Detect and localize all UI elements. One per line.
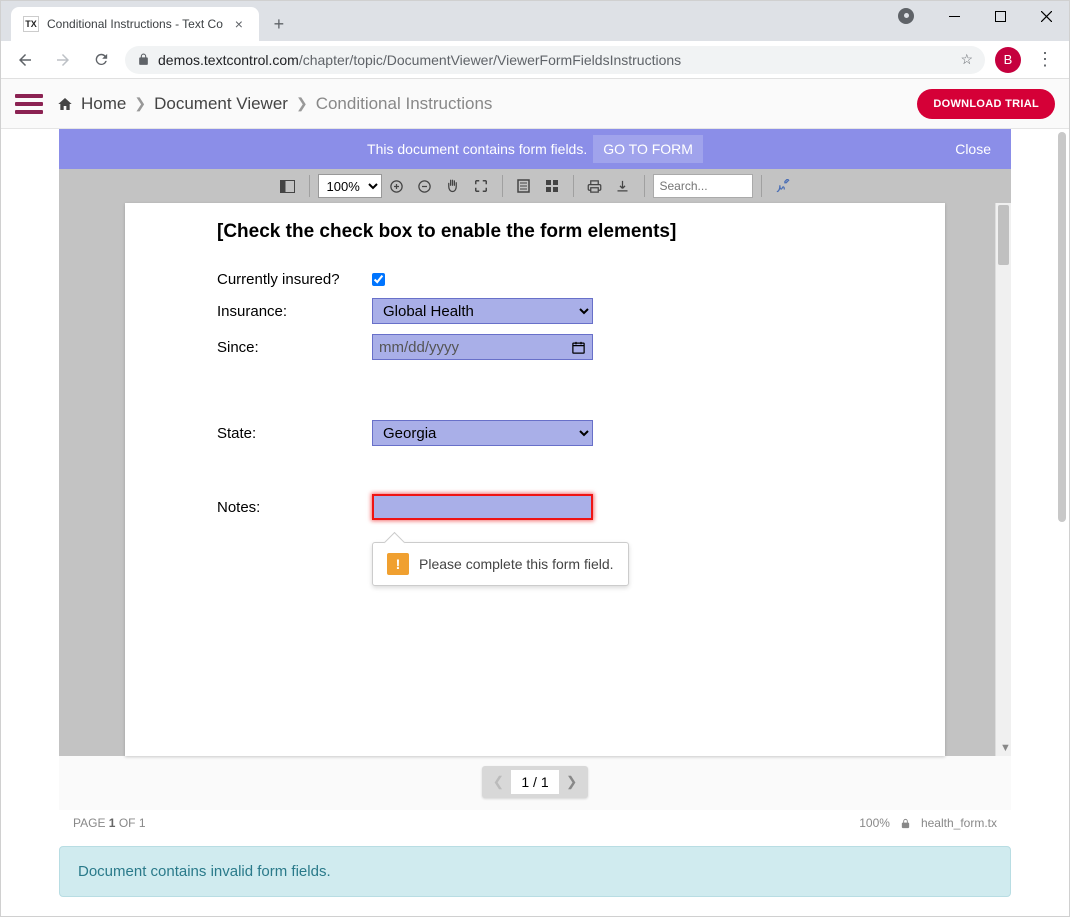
bookmark-star-icon[interactable]: ☆: [960, 51, 973, 68]
validation-tooltip: ! Please complete this form field.: [372, 542, 629, 586]
sidebar-toggle-icon[interactable]: [275, 173, 301, 199]
browser-window: TX Conditional Instructions - Text Co × …: [0, 0, 1070, 917]
print-icon[interactable]: [582, 173, 608, 199]
browser-titlebar: TX Conditional Instructions - Text Co × …: [1, 1, 1069, 41]
chrome-menu-icon[interactable]: ⋮: [1031, 49, 1059, 70]
page-header: Home ❯ Document Viewer ❯ Conditional Ins…: [1, 79, 1069, 129]
viewer-toolbar: 100%: [59, 169, 1011, 203]
zoom-select[interactable]: 100%: [318, 174, 382, 198]
label-insurance: Insurance:: [217, 303, 372, 320]
search-input[interactable]: [653, 174, 753, 198]
breadcrumb: Home ❯ Document Viewer ❯ Conditional Ins…: [57, 94, 492, 114]
status-filename: health_form.tx: [921, 816, 997, 830]
viewer-container: This document contains form fields. GO T…: [1, 129, 1069, 897]
next-page-button[interactable]: ❯: [559, 769, 585, 795]
date-placeholder: mm/dd/yyyy: [379, 339, 459, 356]
page-display: 1 / 1: [511, 770, 558, 794]
breadcrumb-home[interactable]: Home: [81, 94, 126, 114]
profile-avatar[interactable]: B: [995, 47, 1021, 73]
url-text: demos.textcontrol.com/chapter/topic/Docu…: [158, 52, 952, 68]
download-icon[interactable]: [610, 173, 636, 199]
input-notes[interactable]: [372, 494, 593, 520]
form-row-insurance: Insurance: Global Health: [217, 298, 853, 324]
form-row-insured: Currently insured?: [217, 271, 853, 288]
form-row-since: Since: mm/dd/yyyy: [217, 334, 853, 360]
form-row-state: State: Georgia: [217, 420, 853, 446]
new-tab-button[interactable]: +: [265, 10, 293, 38]
maximize-button[interactable]: [977, 1, 1023, 31]
hamburger-menu-icon[interactable]: [15, 94, 43, 114]
prev-page-button[interactable]: ❮: [485, 769, 511, 795]
document-page: [Check the check box to enable the form …: [125, 203, 945, 756]
banner-text: This document contains form fields.: [367, 141, 587, 157]
select-insurance[interactable]: Global Health: [372, 298, 593, 324]
form-row-notes: Notes:: [217, 494, 853, 520]
doc-heading: [Check the check box to enable the form …: [217, 221, 853, 243]
home-icon: [57, 96, 73, 112]
doc-vertical-scrollbar[interactable]: ▼: [995, 203, 1011, 756]
signature-icon[interactable]: [770, 173, 796, 199]
close-banner-button[interactable]: Close: [955, 141, 991, 157]
label-notes: Notes:: [217, 499, 372, 516]
tab-favicon: TX: [23, 16, 39, 32]
browser-addressbar: demos.textcontrol.com/chapter/topic/Docu…: [1, 41, 1069, 79]
validation-message: Please complete this form field.: [419, 556, 614, 572]
content-area: This document contains form fields. GO T…: [1, 129, 1069, 916]
page-vertical-scrollbar[interactable]: [1058, 132, 1066, 522]
label-insured: Currently insured?: [217, 271, 372, 288]
forward-button[interactable]: [49, 46, 77, 74]
browser-tab[interactable]: TX Conditional Instructions - Text Co ×: [11, 7, 259, 41]
zoom-in-icon[interactable]: [384, 173, 410, 199]
breadcrumb-viewer[interactable]: Document Viewer: [154, 94, 288, 114]
url-bar[interactable]: demos.textcontrol.com/chapter/topic/Docu…: [125, 46, 985, 74]
date-since[interactable]: mm/dd/yyyy: [372, 334, 593, 360]
form-fields-banner: This document contains form fields. GO T…: [59, 129, 1011, 169]
reload-button[interactable]: [87, 46, 115, 74]
status-page: PAGE 1 OF 1: [73, 816, 146, 830]
pan-icon[interactable]: [440, 173, 466, 199]
minimize-button[interactable]: [931, 1, 977, 31]
lock-icon: [137, 53, 150, 66]
warning-icon: !: [387, 553, 409, 575]
status-zoom: 100%: [859, 816, 890, 830]
document-canvas: [Check the check box to enable the form …: [59, 203, 1011, 756]
chevron-right-icon: ❯: [296, 95, 308, 112]
lock-icon: [900, 818, 911, 829]
window-controls: [891, 1, 1069, 31]
zoom-out-icon[interactable]: [412, 173, 438, 199]
fullscreen-icon[interactable]: [468, 173, 494, 199]
back-button[interactable]: [11, 46, 39, 74]
grid-view-icon[interactable]: [539, 173, 565, 199]
single-page-icon[interactable]: [511, 173, 537, 199]
pager: ❮ 1 / 1 ❯: [59, 756, 1011, 810]
calendar-icon: [571, 340, 586, 355]
chevron-right-icon: ❯: [134, 95, 146, 112]
checkbox-insured[interactable]: [372, 273, 385, 286]
tab-close-icon[interactable]: ×: [231, 16, 247, 32]
goto-form-button[interactable]: GO TO FORM: [593, 135, 703, 163]
status-bar: PAGE 1 OF 1 100% health_form.tx: [59, 810, 1011, 836]
breadcrumb-current: Conditional Instructions: [316, 94, 493, 114]
label-since: Since:: [217, 339, 372, 356]
download-trial-button[interactable]: DOWNLOAD TRIAL: [917, 89, 1055, 119]
close-window-button[interactable]: [1023, 1, 1069, 31]
tab-title: Conditional Instructions - Text Co: [47, 17, 223, 31]
label-state: State:: [217, 425, 372, 442]
select-state[interactable]: Georgia: [372, 420, 593, 446]
alert-invalid-fields: Document contains invalid form fields.: [59, 846, 1011, 897]
account-icon[interactable]: [891, 1, 921, 31]
